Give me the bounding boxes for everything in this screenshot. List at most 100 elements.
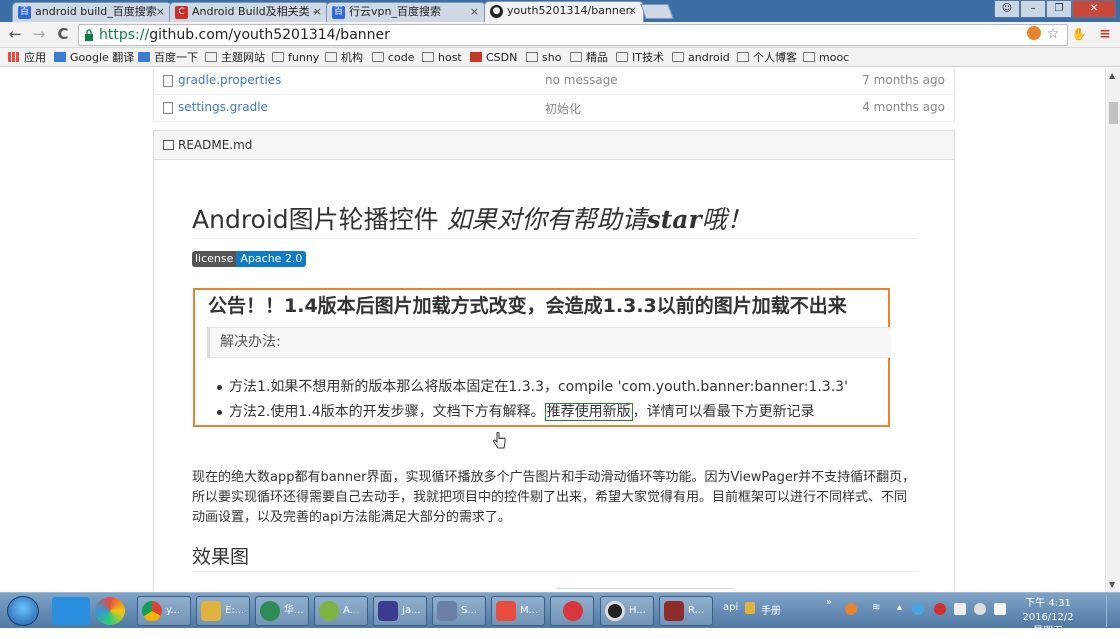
taskbar-app-m[interactable]: M... <box>491 596 545 626</box>
bookmark-label: 应用 <box>24 51 46 64</box>
taskbar-explorer[interactable]: E:... <box>196 596 250 626</box>
taskbar-app-r[interactable]: R... <box>659 596 713 626</box>
extension-icon[interactable] <box>1027 26 1041 40</box>
taskbar-label: H... <box>629 605 646 616</box>
section-divider <box>192 571 918 572</box>
file-row: gradle.properties no message 7 months ag… <box>153 68 955 95</box>
close-tab-icon[interactable]: × <box>313 3 322 21</box>
taskbar-label: M... <box>520 605 539 616</box>
restore-button[interactable]: ❐ <box>1046 0 1072 18</box>
folder-icon <box>570 52 582 62</box>
scrollbar-thumb[interactable] <box>1109 102 1118 124</box>
taskbar-app-bug[interactable] <box>550 596 594 626</box>
taskbar-app-hua[interactable]: 华... <box>255 596 309 626</box>
bookmark-folder-code[interactable]: code <box>372 50 415 65</box>
show-desktop-button[interactable] <box>1106 595 1118 627</box>
list-item: 方法1.如果不想用新的版本那么将版本固定在1.3.3，compile 'com.… <box>213 376 848 401</box>
user-icon[interactable]: ☺ <box>994 0 1020 18</box>
menu-icon[interactable]: ≡ <box>1096 25 1114 43</box>
bookmark-folder-mooc[interactable]: mooc <box>803 50 849 65</box>
folder-icon <box>803 52 815 62</box>
show-hidden-icons[interactable]: ▴ <box>897 602 902 613</box>
bookmark-folder-funny[interactable]: funny <box>272 50 319 65</box>
tray-app-icon[interactable] <box>912 603 924 615</box>
method-2-text: 方法2.使用1.4版本的开发步骤，文档下方有解释。 <box>229 404 545 420</box>
license-badge[interactable]: license Apache 2.0 <box>192 251 307 267</box>
folder-icon <box>201 601 221 621</box>
bookmark-label: funny <box>288 51 320 64</box>
commit-message[interactable]: 初始化 <box>545 100 581 117</box>
taskbar-chrome[interactable]: y... <box>137 596 191 626</box>
circle-app-icon <box>605 601 625 621</box>
bookmark-folder-themes[interactable]: 主题网站 <box>205 50 265 65</box>
taskbar-sublime[interactable]: S... <box>432 596 486 626</box>
bookmark-folder-blog[interactable]: 个人博客 <box>737 50 797 65</box>
ime-icon[interactable] <box>994 603 1006 615</box>
bookmark-google-translate[interactable]: Google 翻译 <box>54 50 134 65</box>
heading-divider <box>192 238 918 239</box>
bookmark-label: android <box>688 51 730 64</box>
folder-icon <box>205 52 217 62</box>
commit-message[interactable]: no message <box>545 73 618 87</box>
close-tab-icon[interactable]: × <box>628 2 637 20</box>
reload-button[interactable]: C <box>54 25 72 43</box>
volume-icon[interactable] <box>974 603 986 615</box>
windows-taskbar: y... E:... 华... A... Ja... S... M... H..… <box>0 592 1120 637</box>
system-clock[interactable]: 下午 4:31 2016/12/2 星期五 <box>1016 597 1080 639</box>
badge-label: license <box>192 251 237 267</box>
bug-icon <box>563 601 583 621</box>
github-icon: ● <box>490 5 503 18</box>
bookmark-label: mooc <box>819 51 850 64</box>
book-icon <box>163 140 174 150</box>
bookmark-folder-it[interactable]: IT技术 <box>616 50 664 65</box>
java-ee-icon <box>378 601 398 621</box>
taskbar-label: R... <box>688 605 705 616</box>
file-name-link[interactable]: settings.gradle <box>178 100 268 114</box>
scroll-up-icon[interactable]: ▲ <box>1109 71 1115 80</box>
taskbar-android-studio[interactable]: A... <box>314 596 368 626</box>
bookmark-csdn[interactable]: CSDN <box>470 50 517 65</box>
back-button[interactable]: ← <box>6 25 24 43</box>
scroll-down-icon[interactable]: ▼ <box>1109 580 1115 589</box>
tray-record-icon[interactable] <box>934 603 946 615</box>
new-tab-button[interactable] <box>640 4 674 19</box>
close-window-button[interactable]: ✕ <box>1072 0 1116 18</box>
toolbar-expand-icon[interactable]: » <box>826 597 832 608</box>
vertical-scrollbar[interactable]: ▲ ▼ <box>1105 68 1120 592</box>
taskbar-label: E:... <box>225 605 245 616</box>
csdn-icon <box>470 52 482 62</box>
tab-vpn-baidu[interactable]: 百 行云vpn_百度搜索 × <box>326 2 486 22</box>
list-item: 方法2.使用1.4版本的开发步骤，文档下方有解释。 推荐使用新版 ，详情可以看最下方… <box>213 401 848 426</box>
tab-github-banner[interactable]: ● youth5201314/banner: × <box>484 1 644 22</box>
file-row: settings.gradle 初始化 4 months ago <box>153 95 955 122</box>
network-icon[interactable] <box>954 603 966 615</box>
wifi-icon[interactable]: ≋ <box>872 602 880 613</box>
close-tab-icon[interactable]: × <box>470 3 479 21</box>
bookmark-folder-android[interactable]: android <box>672 50 730 65</box>
file-name-link[interactable]: gradle.properties <box>178 73 281 87</box>
toolbar-manual-label[interactable]: 手册 <box>761 602 781 617</box>
sogou-icon[interactable] <box>845 603 857 615</box>
toolbar-api-label[interactable]: api <box>723 602 738 613</box>
bookmark-folder-sho[interactable]: sho <box>526 50 561 65</box>
close-tab-icon[interactable]: × <box>156 3 165 21</box>
bookmark-folder-orgs[interactable]: 机构 <box>325 50 363 65</box>
quicklaunch-browser-icon[interactable] <box>52 597 90 625</box>
bookmark-folder-picks[interactable]: 精品 <box>570 50 608 65</box>
taskbar-eclipse[interactable]: Ja... <box>373 596 427 626</box>
bookmark-star-icon[interactable]: ☆ <box>1044 25 1062 43</box>
taskbar-app-h[interactable]: H... <box>600 596 654 626</box>
start-button[interactable] <box>7 596 39 626</box>
bookmark-folder-host[interactable]: host <box>422 50 462 65</box>
tab-title: youth5201314/banner: <box>507 4 634 17</box>
hand-extension-icon[interactable]: ✋ <box>1070 25 1088 43</box>
tab-android-build-csdn[interactable]: C Android Build及相关类 - × <box>169 2 329 22</box>
title-emphasis: 如果对你有帮助请 <box>446 205 647 234</box>
forward-button[interactable]: → <box>30 25 48 43</box>
quicklaunch-pinwheel-icon[interactable] <box>95 597 125 625</box>
bookmark-baidu[interactable]: 百度一下 <box>138 50 198 65</box>
minimize-button[interactable]: – <box>1020 0 1046 18</box>
bookmark-apps[interactable]: 应用 <box>8 50 46 65</box>
tab-baidu-android-build[interactable]: 百 android build_百度搜索 × <box>12 2 172 22</box>
address-bar[interactable]: https://github.com/youth5201314/banner <box>78 24 1068 46</box>
